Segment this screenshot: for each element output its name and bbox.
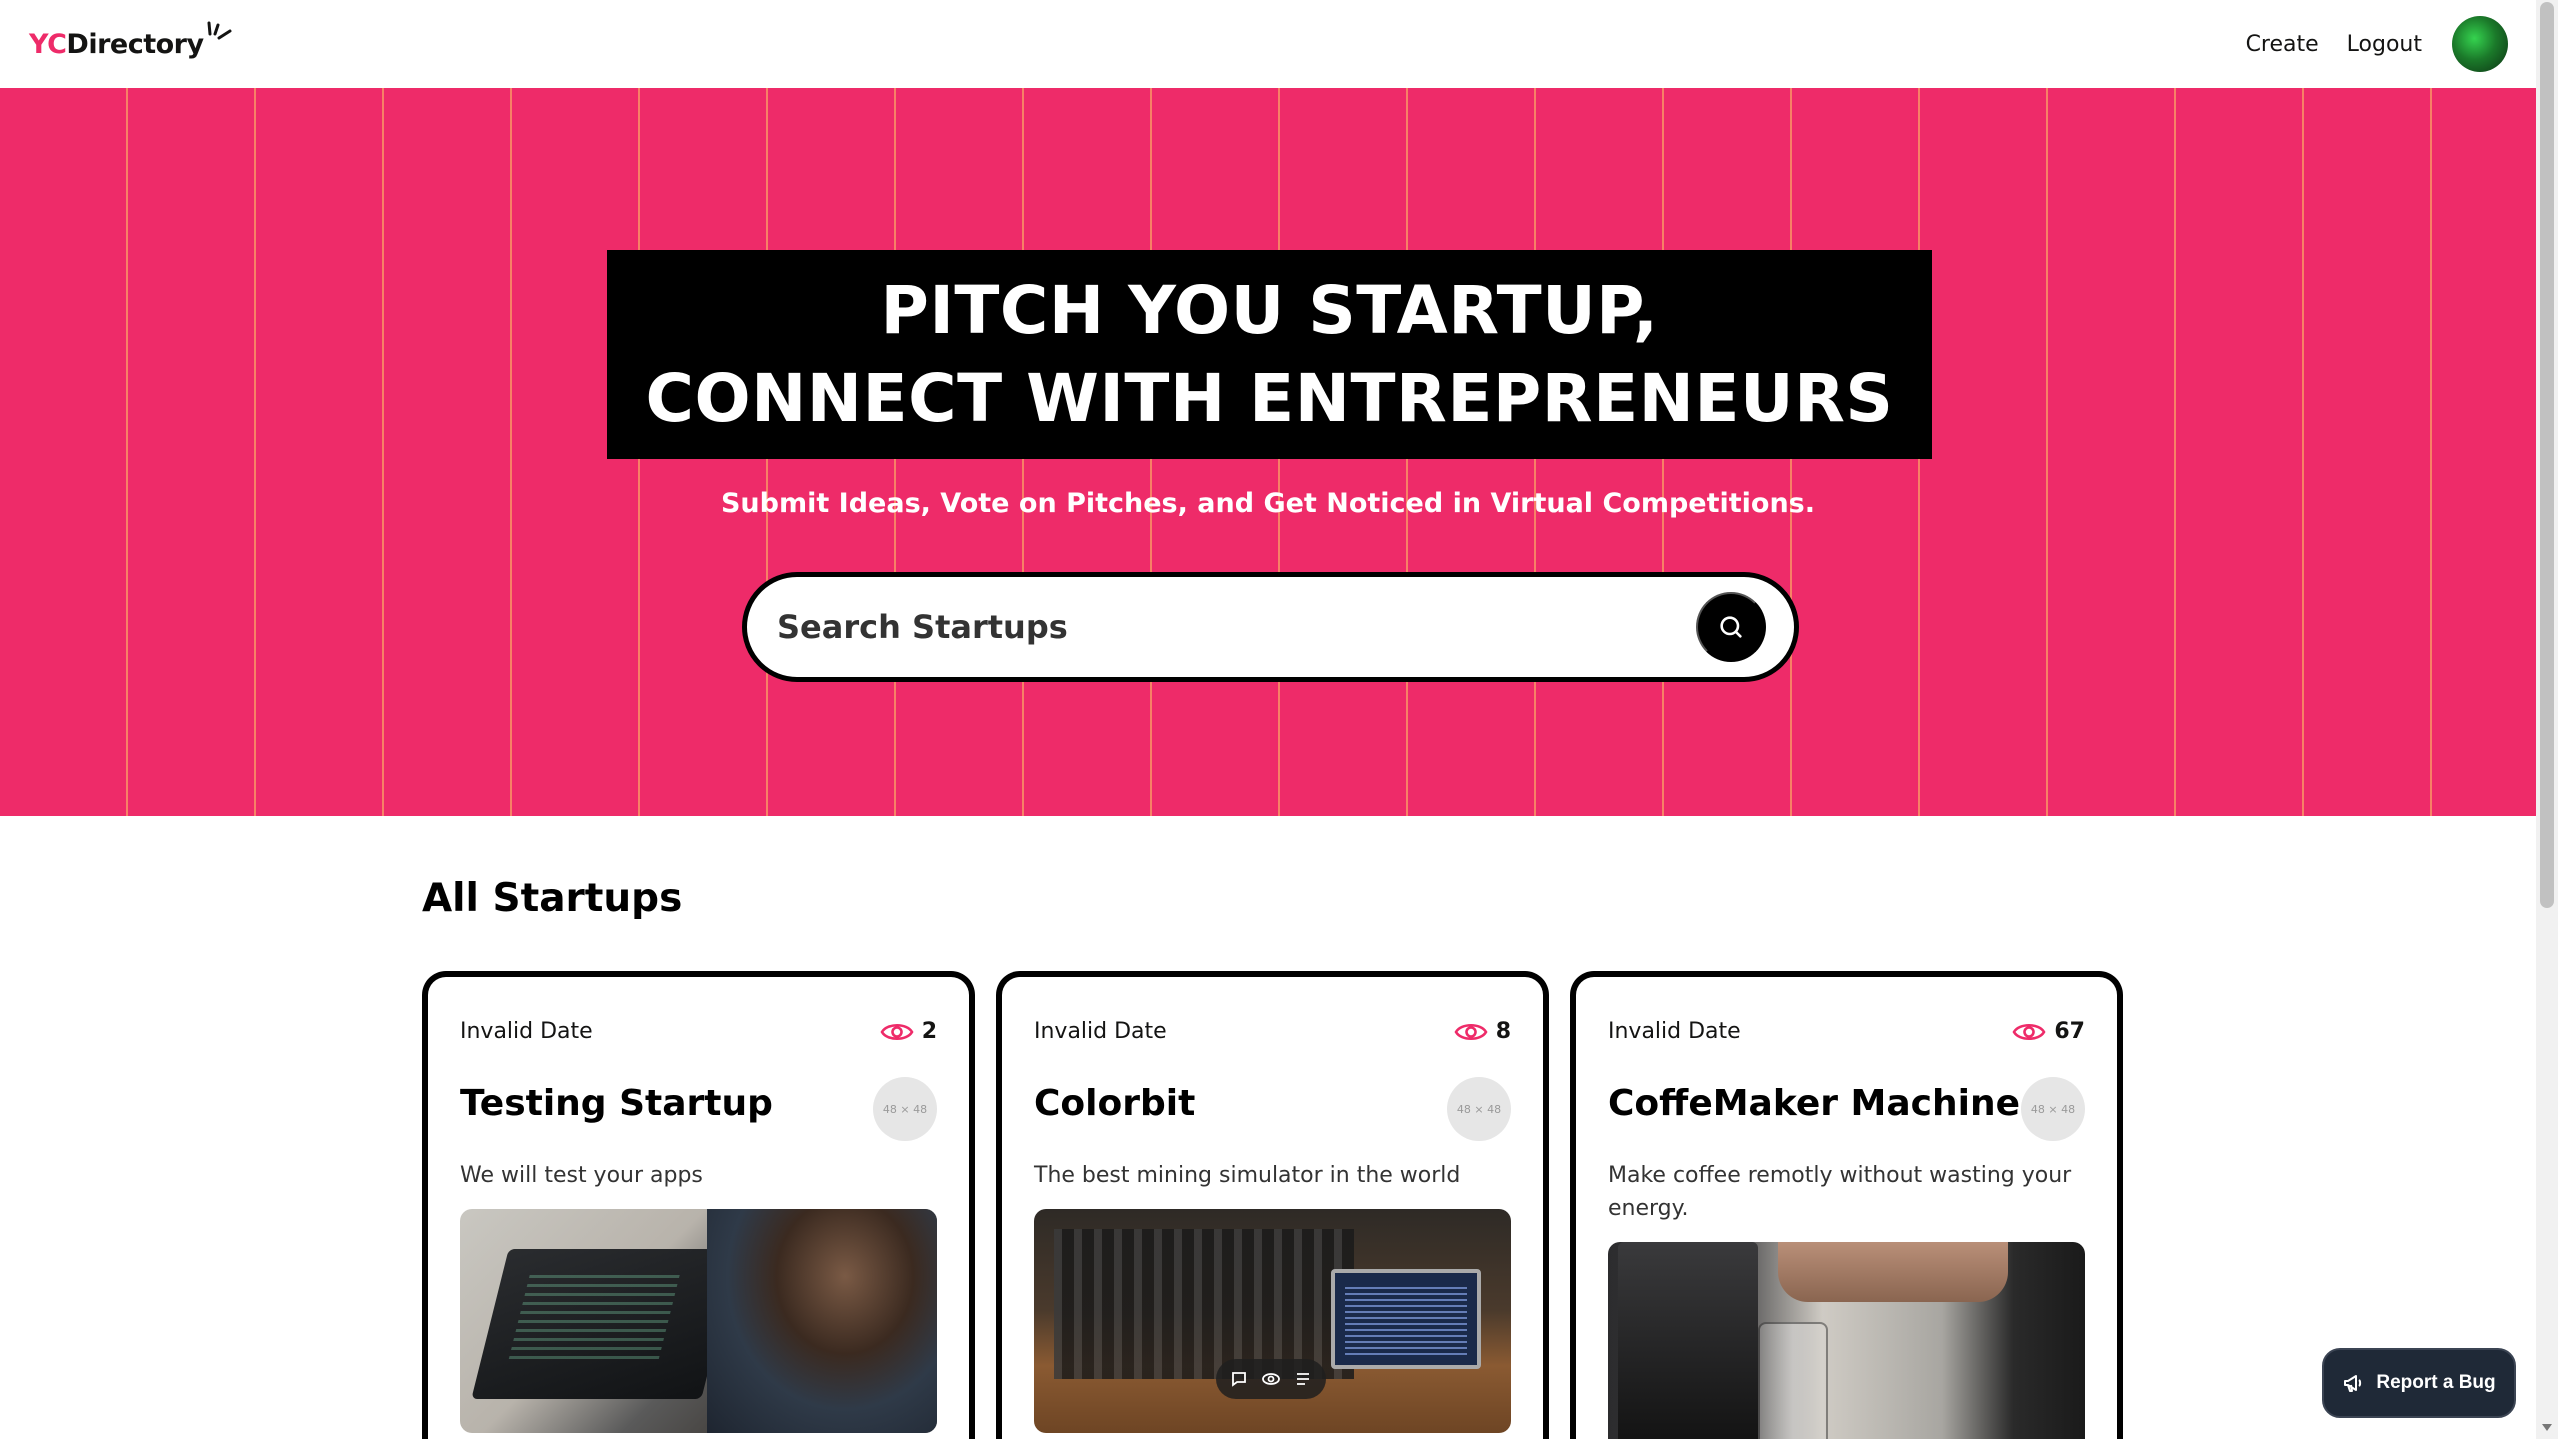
startup-card[interactable]: Invalid Date 2 Testing Startup 48 × 48 W…	[422, 971, 975, 1439]
card-description: We will test your apps	[460, 1163, 703, 1188]
card-image[interactable]	[460, 1209, 937, 1433]
image-laptop	[1331, 1269, 1481, 1369]
card-views-count: 67	[2054, 1019, 2085, 1044]
card-meta: Invalid Date 2	[460, 1019, 937, 1044]
search-form	[742, 572, 1799, 682]
page-scrollbar[interactable]	[2536, 0, 2558, 1439]
card-date: Invalid Date	[1034, 1019, 1167, 1044]
report-bug-button[interactable]: Report a Bug	[2322, 1348, 2516, 1418]
page: YC Directory Create Logout Pitch you sta…	[0, 0, 2536, 1439]
card-image[interactable]	[1034, 1209, 1511, 1433]
author-avatar[interactable]: 48 × 48	[1447, 1077, 1511, 1141]
navbar: YC Directory Create Logout	[0, 0, 2536, 88]
startup-card[interactable]: Invalid Date 67 CoffeMaker Machine 48 × …	[1570, 971, 2123, 1439]
image-arm	[1778, 1242, 2008, 1302]
card-meta: Invalid Date 8	[1034, 1019, 1511, 1044]
image-screen	[508, 1269, 682, 1359]
card-views: 2	[880, 1019, 937, 1044]
card-date: Invalid Date	[460, 1019, 593, 1044]
hero-heading: Pitch you startup, Connect with entrepre…	[607, 250, 1932, 459]
card-views: 8	[1454, 1019, 1511, 1044]
card-meta: Invalid Date 67	[1608, 1019, 2085, 1044]
create-link[interactable]: Create	[2246, 32, 2319, 57]
card-views-count: 8	[1495, 1019, 1511, 1044]
logo-directory: Directory	[66, 28, 204, 60]
logo-rays-icon	[207, 21, 232, 39]
user-avatar[interactable]	[2452, 16, 2508, 72]
eye-icon	[2012, 1023, 2046, 1040]
scroll-down-arrow-icon[interactable]	[2542, 1424, 2552, 1431]
search-button[interactable]	[1696, 592, 1766, 662]
eye-icon	[880, 1023, 914, 1040]
search-input[interactable]	[777, 608, 1696, 646]
author-avatar[interactable]: 48 × 48	[873, 1077, 937, 1141]
card-description: The best mining simulator in the world	[1034, 1163, 1461, 1188]
report-bug-label: Report a Bug	[2376, 1372, 2496, 1393]
scrollbar-thumb[interactable]	[2540, 2, 2554, 908]
card-date: Invalid Date	[1608, 1019, 1741, 1044]
logo[interactable]: YC Directory	[29, 21, 234, 60]
image-mining-rig	[1054, 1229, 1354, 1379]
card-title[interactable]: Colorbit	[1034, 1083, 1195, 1124]
comment-icon[interactable]	[1229, 1369, 1249, 1389]
eye-icon	[1454, 1023, 1488, 1040]
hero-heading-line-1: Pitch you startup,	[880, 271, 1659, 349]
card-views-count: 2	[921, 1019, 937, 1044]
hero-heading-line-2: Connect with entrepreneurs	[645, 359, 1894, 437]
hero-subtitle: Submit Ideas, Vote on Pitches, and Get N…	[720, 488, 1816, 519]
search-icon	[1720, 616, 1742, 638]
card-description: Make coffee remotly without wasting your…	[1608, 1163, 2072, 1221]
image-jug	[1758, 1322, 1828, 1439]
card-image[interactable]	[1608, 1242, 2085, 1439]
author-avatar[interactable]: 48 × 48	[2021, 1077, 2085, 1141]
startup-card[interactable]: Invalid Date 8 Colorbit 48 × 48 The best…	[996, 971, 1549, 1439]
image-coffee-machine	[1618, 1242, 1758, 1439]
hero-section: Pitch you startup, Connect with entrepre…	[0, 88, 2536, 816]
image-hover-toolbar	[1216, 1359, 1326, 1399]
logo-yc: YC	[29, 28, 67, 60]
card-views: 67	[2012, 1019, 2085, 1044]
card-title[interactable]: Testing Startup	[460, 1083, 773, 1124]
list-icon[interactable]	[1293, 1369, 1313, 1389]
section-title: All Startups	[422, 876, 683, 921]
logout-link[interactable]: Logout	[2347, 32, 2422, 57]
megaphone-icon	[2344, 1375, 2362, 1392]
card-title[interactable]: CoffeMaker Machine	[1608, 1083, 2020, 1124]
nav-links: Create Logout	[2246, 16, 2508, 72]
image-person	[707, 1209, 937, 1433]
eye-off-icon[interactable]	[1260, 1369, 1282, 1389]
